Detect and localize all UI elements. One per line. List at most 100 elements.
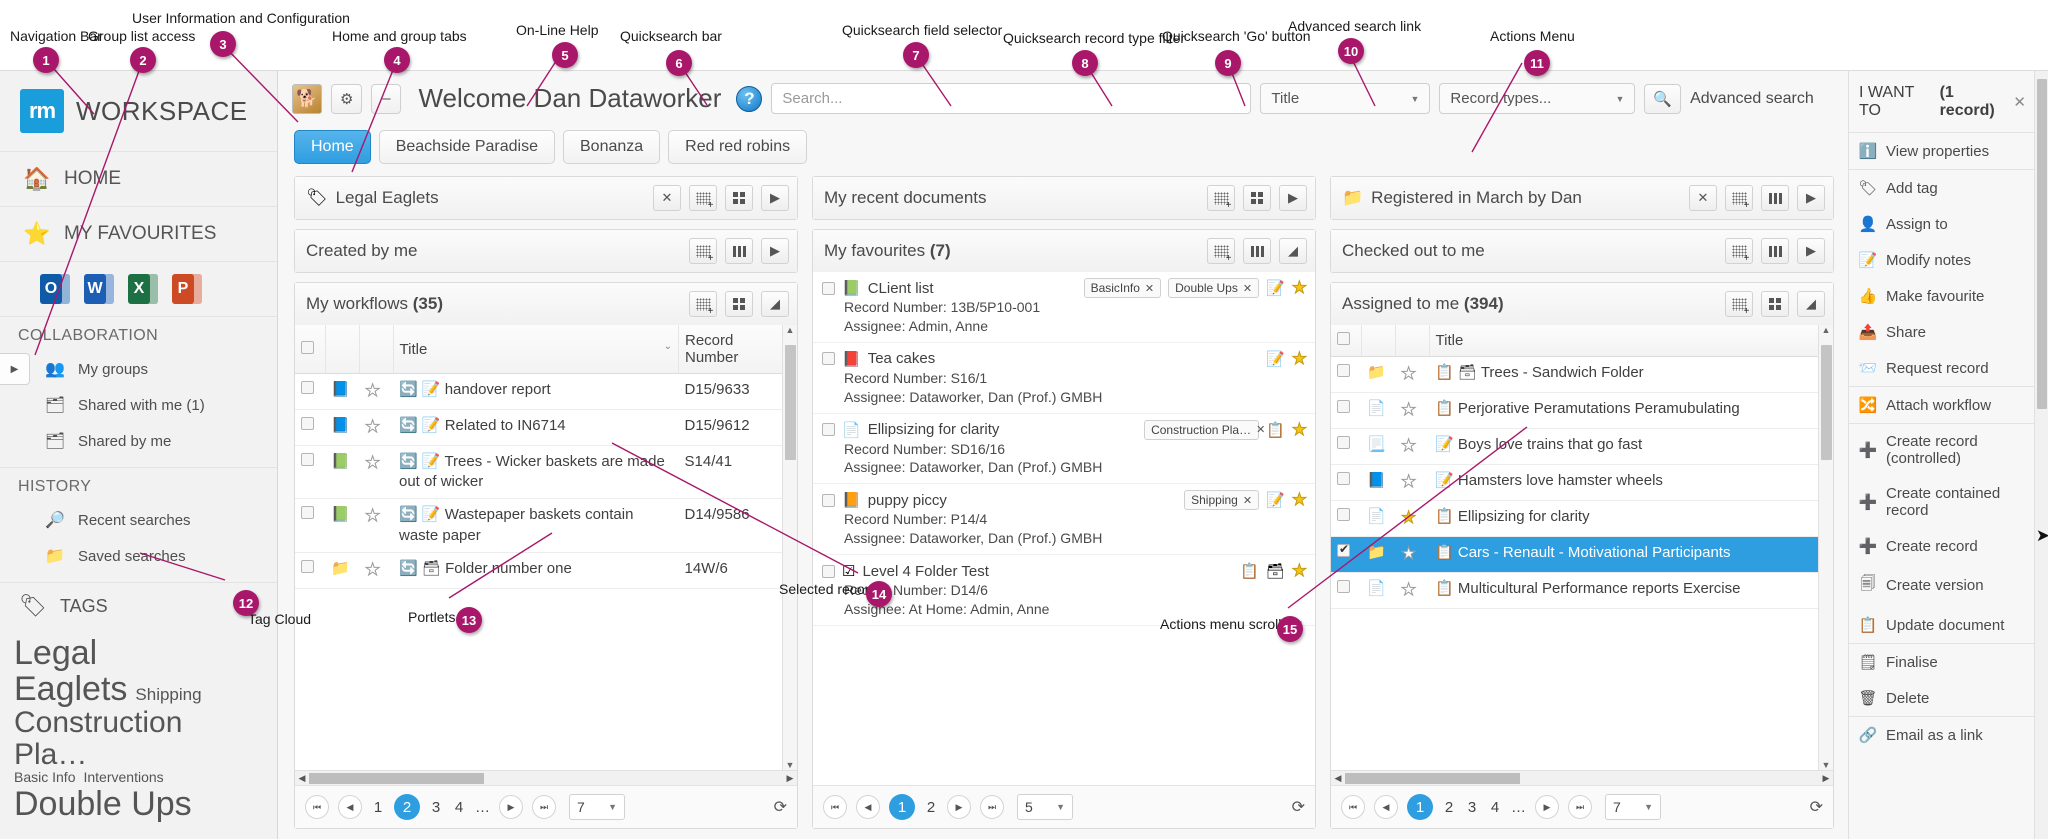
row-checkbox[interactable] [822,564,835,578]
title-column-header[interactable]: Title ⌄ [1429,325,1833,357]
expand-portlet-button[interactable]: ▶ [761,185,789,211]
tag-cloud-item[interactable]: Interventions [83,769,163,785]
expand-portlet-button[interactable]: ▶ [1797,185,1825,211]
list-item[interactable]: 📄 Ellipsizing for clarity Construction P… [813,414,1315,485]
settings-gear-button[interactable]: ⚙ [331,83,363,114]
sidebar-item-recent-searches[interactable]: 🔎 Recent searches [0,502,277,538]
table-row[interactable]: 📘 ★ 🔄 📝 Related to IN6714 D15/9612 [295,409,797,446]
action-create-contained-record[interactable]: ➕ Create contained record [1849,476,2034,528]
sidebar-item-tags[interactable]: 🏷 TAGS [0,583,277,626]
actions-menu-scrollbar[interactable] [2034,71,2048,839]
row-checkbox[interactable] [301,452,314,466]
page-size-selector[interactable]: 7 ▼ [569,794,625,820]
columns-view-button[interactable] [725,238,753,264]
favourite-star-icon[interactable]: ★ [1291,561,1307,581]
row-checkbox[interactable] [1337,435,1350,449]
remove-tag-icon[interactable]: ✕ [1256,423,1265,436]
expand-portlet-button[interactable]: ▶ [1797,238,1825,264]
select-all-header[interactable] [1331,325,1362,357]
page-size-selector[interactable]: 7 ▼ [1605,794,1661,820]
columns-view-button[interactable] [1243,238,1271,264]
page-number[interactable]: 2 [1442,799,1456,816]
scroll-down-icon[interactable]: ▼ [786,760,795,770]
tag-cloud-item[interactable]: Construction Pla… [14,706,182,771]
quicksearch-go-button[interactable]: 🔍 [1644,83,1682,114]
scrollbar-thumb[interactable] [1345,772,1520,784]
excel-icon[interactable]: X [128,274,158,304]
table-row[interactable]: 📄 ★ 📋 Ellipsizing for clarity [1331,500,1833,537]
favourite-star-icon[interactable]: ★ [1400,579,1416,599]
tab-bonanza[interactable]: Bonanza [563,130,661,164]
favourite-star-icon[interactable]: ★ [1400,364,1416,384]
action-email-as-a-link[interactable]: 🔗 Email as a link [1849,717,2034,753]
action-request-record[interactable]: 📨 Request record [1849,350,2034,386]
scroll-right-icon[interactable]: ▶ [1819,773,1833,784]
sidebar-item-shared-with-me[interactable]: 🗂 Shared with me (1) [0,387,277,423]
expand-portlet-button[interactable]: ▶ [1279,185,1307,211]
tag-cloud-item[interactable]: Shipping [135,685,201,704]
scroll-left-icon[interactable]: ◀ [295,773,309,784]
select-all-header[interactable] [295,325,326,374]
favourite-star-icon[interactable]: ★ [1291,490,1307,510]
tag-chip[interactable]: Shipping ✕ [1184,490,1260,511]
table-vertical-scrollbar[interactable]: ▲ ▼ [1818,325,1833,770]
close-portlet-button[interactable]: ✕ [653,185,681,211]
row-checkbox[interactable] [1337,471,1350,485]
favourite-star-icon[interactable]: ★ [1400,507,1416,527]
next-page-button[interactable]: ▶ [1535,795,1559,819]
close-icon[interactable]: ✕ [2013,93,2026,111]
add-to-grid-button[interactable] [1207,185,1235,211]
add-to-grid-button[interactable] [1725,185,1753,211]
row-checkbox[interactable] [822,352,835,366]
action-update-document[interactable]: 📋 Update document [1849,607,2034,643]
edit-icon[interactable]: 📝 [1266,279,1285,297]
list-item[interactable]: 📗 CLient list BasicInfo ✕ Double Ups ✕ 📝 ★… [813,272,1315,343]
scrollbar-thumb[interactable] [784,345,796,460]
favourite-star-icon[interactable]: ★ [364,416,380,436]
scroll-up-icon[interactable]: ▲ [786,325,795,335]
current-page-number[interactable]: 2 [394,794,420,820]
action-assign-to[interactable]: 👤 Assign to [1849,206,2034,242]
expand-portlet-button[interactable]: ▶ [761,238,789,264]
action-modify-notes[interactable]: 📝 Modify notes [1849,242,2034,278]
minimise-button[interactable]: – [371,83,402,114]
prev-page-button[interactable]: ◀ [856,795,880,819]
refresh-icon[interactable]: ⟳ [1810,797,1823,817]
row-checkbox[interactable] [822,281,835,295]
page-number[interactable]: 4 [452,799,466,816]
tag-chip[interactable]: Double Ups ✕ [1168,278,1260,298]
row-checkbox[interactable] [1337,399,1350,413]
action-add-tag[interactable]: 🏷 Add tag [1849,170,2034,206]
remove-tag-icon[interactable]: ✕ [1243,494,1252,507]
favourite-star-icon[interactable]: ★ [364,452,380,472]
table-horizontal-scrollbar[interactable]: ◀ ▶ [1331,770,1833,785]
edit-icon[interactable]: 📝 [1266,350,1285,368]
add-to-grid-button[interactable] [1725,238,1753,264]
tag-cloud-item[interactable]: Double Ups [14,785,192,823]
remove-tag-icon[interactable]: ✕ [1243,282,1252,295]
table-row[interactable]: 📘 ★ 🔄 📝 handover report D15/9633 [295,373,797,410]
advanced-search-link[interactable]: Advanced search [1690,90,1814,108]
favourite-star-icon[interactable]: ★ [1400,435,1416,455]
table-row[interactable]: 📗 ★ 🔄 📝 Wastepaper baskets contain waste… [295,498,797,553]
row-checkbox[interactable] [1337,364,1350,377]
close-portlet-button[interactable]: ✕ [1689,185,1717,211]
action-create-record-controlled[interactable]: ➕ Create record (controlled) [1849,424,2034,476]
row-checkbox[interactable] [822,493,835,507]
list-item[interactable]: 📙 puppy piccy Shipping ✕ 📝 ★ Record Numbe… [813,484,1315,556]
tag-chip[interactable]: BasicInfo ✕ [1083,278,1162,298]
table-row[interactable]: 📗 ★ 🔄 📝 Trees - Wicker baskets are made … [295,445,797,500]
scroll-down-icon[interactable]: ▼ [1822,760,1831,770]
table-row[interactable]: 📄 ★ 📋 Perjorative Peramutations Peramubu… [1331,392,1833,429]
tag-chip[interactable]: Construction Pla… ✕ [1144,419,1265,440]
refresh-icon[interactable]: ⟳ [1292,797,1305,817]
add-to-grid-button[interactable] [1725,291,1753,317]
edit-icon[interactable]: 📝 [1266,491,1285,509]
favourite-star-icon[interactable]: ★ [1400,471,1416,491]
page-number[interactable]: 4 [1488,799,1502,816]
word-icon[interactable]: W [84,274,114,304]
container-icon[interactable]: 🗃 [1266,562,1285,580]
collapse-portlet-button[interactable]: ◢ [1279,238,1307,264]
record-number-column-header[interactable]: Record Number [678,325,797,374]
row-checkbox[interactable] [1337,579,1350,593]
